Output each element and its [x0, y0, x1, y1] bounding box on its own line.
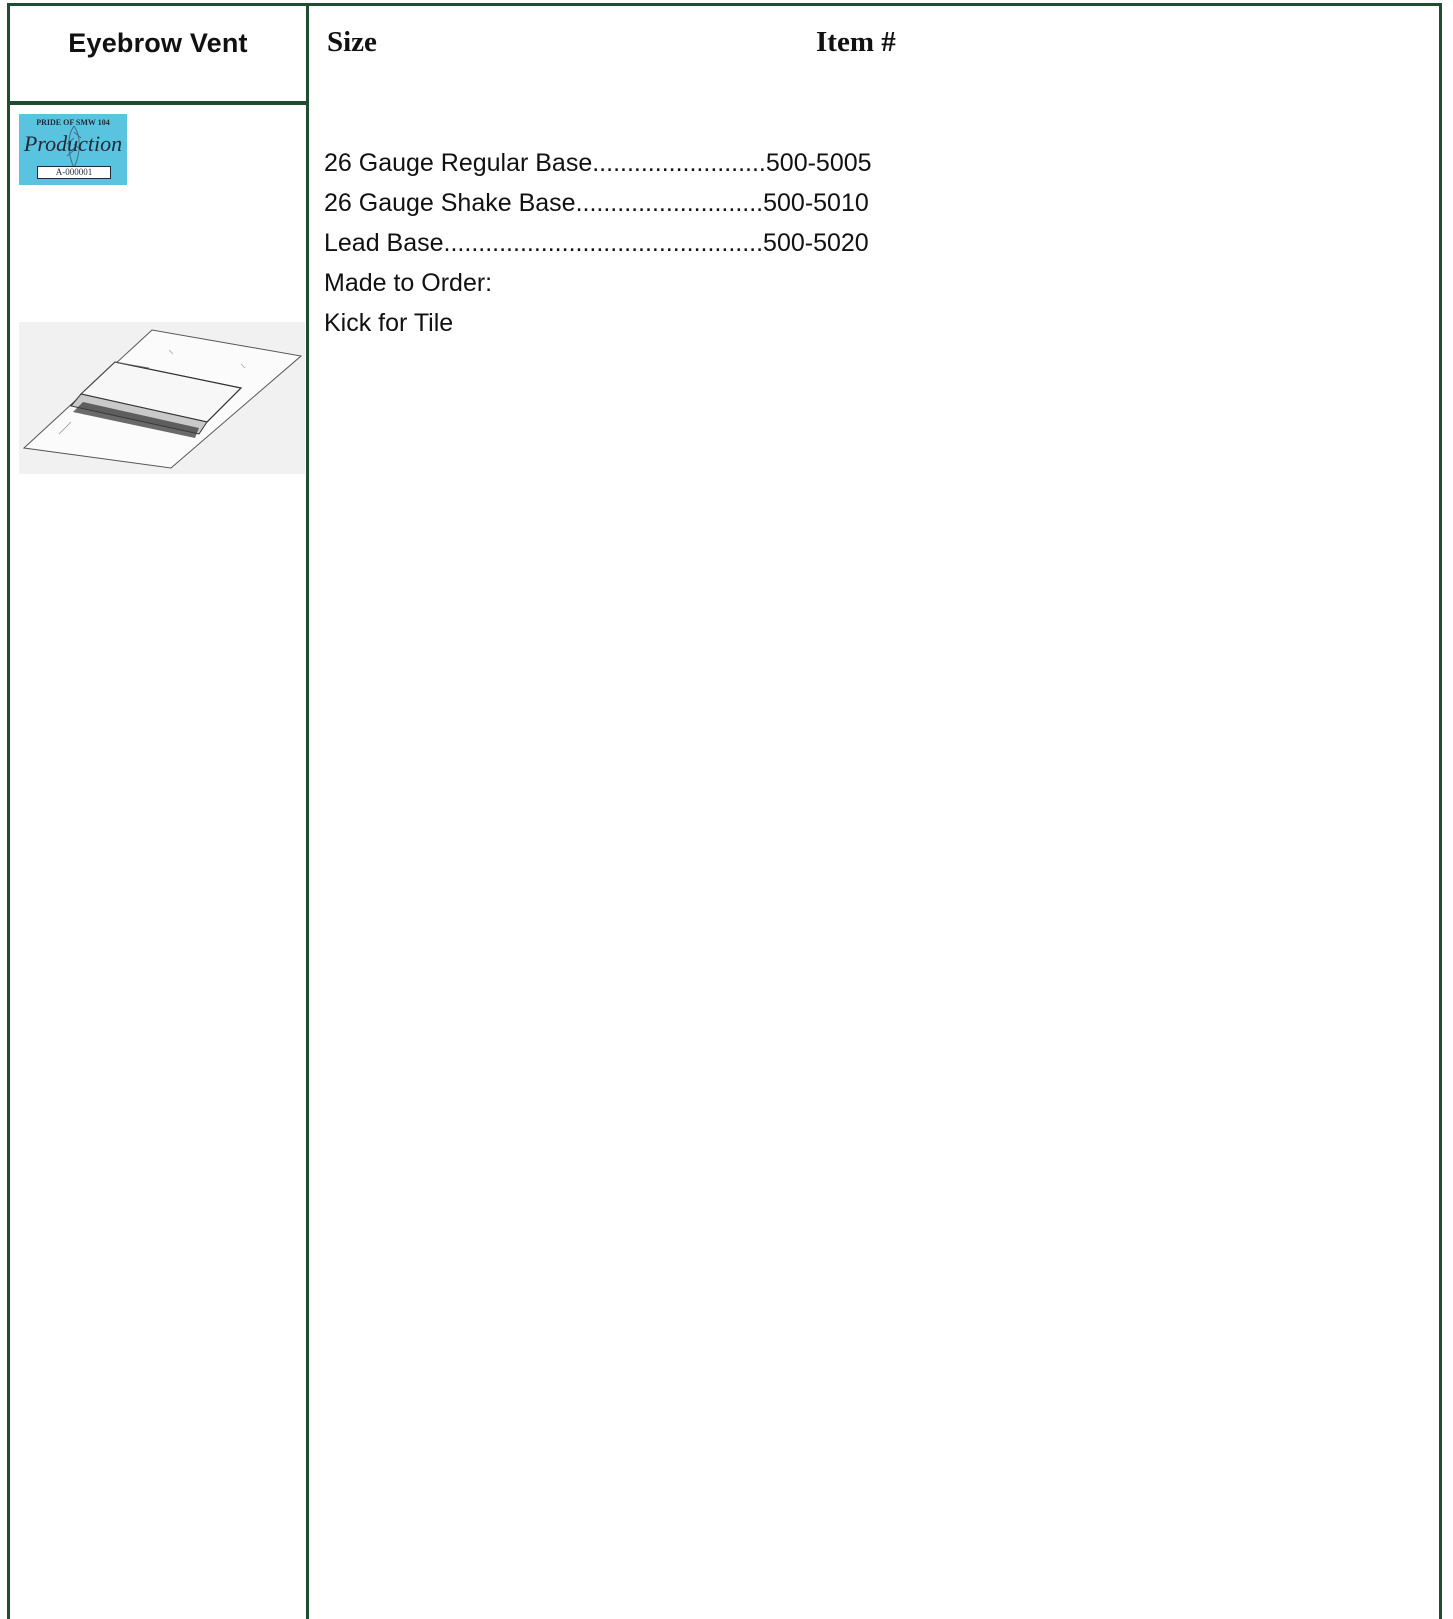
- badge-script-text: Production: [23, 131, 123, 156]
- badge-top-text: PRIDE OF SMW 104: [36, 118, 110, 127]
- list-item: Kick for Tile: [324, 309, 454, 337]
- list-item: 26 Gauge Regular Base...................…: [324, 149, 872, 177]
- production-badge-logo: PRIDE OF SMW 104 Production A-000001: [19, 114, 127, 185]
- product-title: Eyebrow Vent: [68, 28, 248, 58]
- badge-serial: A-000001: [37, 166, 111, 179]
- list-item: Made to Order:: [324, 269, 493, 297]
- item-number-column-header: Item #: [816, 26, 896, 58]
- title-divider: [10, 101, 306, 105]
- size-column-header: Size: [327, 26, 377, 58]
- column-divider: [306, 3, 309, 1619]
- list-item: Lead Base...............................…: [324, 229, 869, 257]
- item-list: 26 Gauge Regular Base...................…: [324, 143, 944, 343]
- eyebrow-vent-drawing: [19, 322, 305, 474]
- list-item: 26 Gauge Shake Base.....................…: [324, 189, 869, 217]
